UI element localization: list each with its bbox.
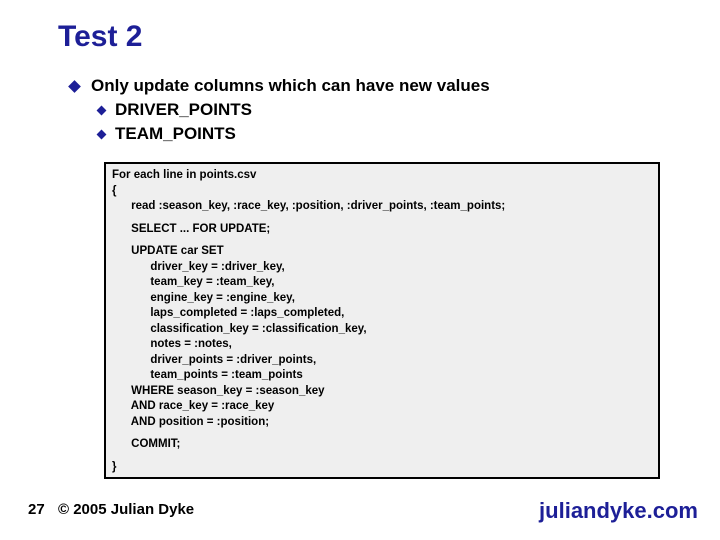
code-line: { — [112, 184, 652, 200]
bullet-sub-1: DRIVER_POINTS — [98, 100, 490, 120]
diamond-icon — [68, 80, 81, 93]
bullet-main-text: Only update columns which can have new v… — [91, 76, 490, 96]
diamond-icon — [97, 130, 107, 140]
code-line: UPDATE car SET — [112, 244, 652, 260]
code-box: For each line in points.csv { read :seas… — [104, 162, 660, 479]
code-line: classification_key = :classification_key… — [112, 322, 652, 338]
code-line: team_key = :team_key, — [112, 275, 652, 291]
code-line: team_points = :team_points — [112, 368, 652, 384]
code-line: driver_key = :driver_key, — [112, 260, 652, 276]
code-line: For each line in points.csv — [112, 168, 652, 184]
code-line: COMMIT; — [112, 437, 652, 453]
code-line: AND position = :position; — [112, 415, 652, 431]
bullet-sub-2: TEAM_POINTS — [98, 124, 490, 144]
code-line: laps_completed = :laps_completed, — [112, 306, 652, 322]
bullet-list: Only update columns which can have new v… — [70, 76, 490, 144]
diamond-icon — [97, 106, 107, 116]
slide-title: Test 2 — [58, 20, 142, 54]
bullet-sub-1-text: DRIVER_POINTS — [115, 100, 252, 120]
copyright: © 2005 Julian Dyke — [58, 501, 194, 518]
code-line: AND race_key = :race_key — [112, 399, 652, 415]
bullet-sub-2-text: TEAM_POINTS — [115, 124, 236, 144]
code-line: engine_key = :engine_key, — [112, 291, 652, 307]
code-line: } — [112, 460, 652, 476]
bullet-main: Only update columns which can have new v… — [70, 76, 490, 96]
code-line: notes = :notes, — [112, 337, 652, 353]
slide: Test 2 Only update columns which can hav… — [0, 0, 720, 540]
code-line: driver_points = :driver_points, — [112, 353, 652, 369]
code-line: SELECT ... FOR UPDATE; — [112, 222, 652, 238]
code-line: WHERE season_key = :season_key — [112, 384, 652, 400]
website: juliandyke.com — [539, 498, 698, 524]
code-line: read :season_key, :race_key, :position, … — [112, 199, 652, 215]
page-number: 27 — [28, 501, 45, 518]
